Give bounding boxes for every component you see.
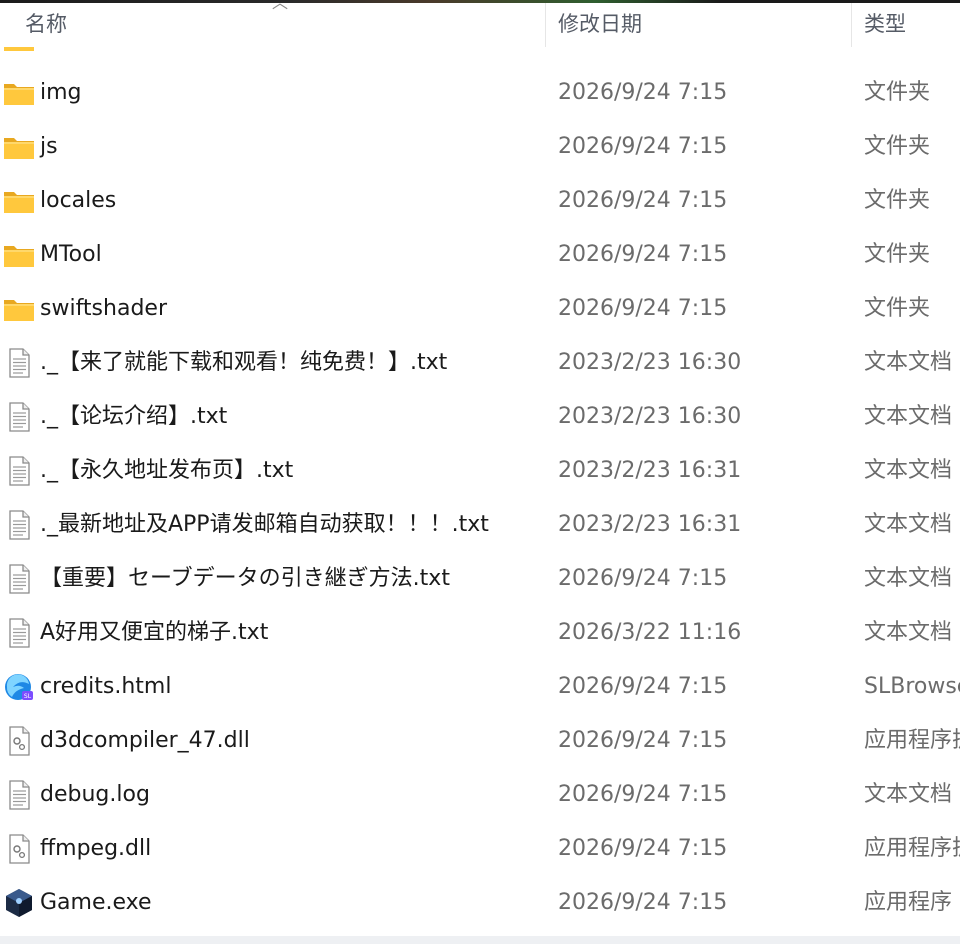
dll-file-icon [3, 834, 35, 864]
file-type: 文本文档 [864, 566, 953, 591]
file-modified-date: 2026/9/24 7:15 [558, 782, 728, 807]
file-modified-date: 2023/2/23 16:30 [558, 404, 742, 429]
file-name[interactable]: A好用又便宜的梯子.txt [40, 606, 268, 660]
column-divider[interactable] [851, 3, 852, 47]
file-type: 文本文档 [864, 782, 953, 807]
game-exe-icon [3, 888, 35, 918]
file-modified-date: 2026/9/24 7:15 [558, 188, 728, 213]
horizontal-scrollbar[interactable] [0, 936, 960, 944]
column-header-date[interactable]: 修改日期 [558, 3, 642, 47]
file-row[interactable]: js 2026/9/24 7:15 文件夹 [0, 120, 960, 174]
file-type: 应用程序扩 [864, 836, 960, 861]
file-row[interactable]: locales 2026/9/24 7:15 文件夹 [0, 174, 960, 228]
column-header-name[interactable]: 名称 [25, 3, 67, 47]
file-name[interactable]: ._【来了就能下载和观看！纯免费！】.txt [40, 336, 447, 390]
file-modified-date: 2026/9/24 7:15 [558, 836, 728, 861]
file-row[interactable]: img 2026/9/24 7:15 文件夹 [0, 66, 960, 120]
file-type: 文件夹 [864, 242, 931, 267]
file-type: 文本文档 [864, 458, 953, 483]
file-name[interactable]: 【重要】セーブデータの引き継ぎ方法.txt [40, 552, 450, 606]
file-row[interactable]: ffmpeg.dll 2026/9/24 7:15 应用程序扩 [0, 822, 960, 876]
file-row[interactable]: d3dcompiler_47.dll 2026/9/24 7:15 应用程序扩 [0, 714, 960, 768]
text-file-icon [3, 402, 35, 432]
file-name[interactable]: Game.exe [40, 876, 152, 930]
column-divider[interactable] [545, 3, 546, 47]
file-modified-date: 2023/2/23 16:31 [558, 458, 742, 483]
file-name[interactable]: d3dcompiler_47.dll [40, 714, 250, 768]
file-explorer-list: ︿ 名称 修改日期 类型 icon2026/9/24 7:15文件夹img202… [0, 0, 960, 944]
browser-html-icon: SL [3, 672, 35, 702]
file-type: 应用程序扩 [864, 728, 960, 753]
file-modified-date: 2026/9/24 7:15 [558, 242, 728, 267]
file-list: icon2026/9/24 7:15文件夹img2026/9/24 7:15文件… [0, 18, 960, 936]
file-type: 文本文档 [864, 350, 953, 375]
text-file-icon [3, 618, 35, 648]
folder-icon [3, 78, 35, 108]
folder-icon [3, 294, 35, 324]
window-top-strip [0, 0, 960, 3]
file-name[interactable]: ._最新地址及APP请发邮箱自动获取！！！.txt [40, 498, 489, 552]
file-row[interactable]: Game.exe 2026/9/24 7:15 应用程序 [0, 876, 960, 930]
file-modified-date: 2026/3/22 11:16 [558, 620, 742, 645]
file-type: 文件夹 [864, 296, 931, 321]
text-file-icon [3, 456, 35, 486]
file-modified-date: 2026/9/24 7:15 [558, 296, 728, 321]
file-name[interactable]: debug.log [40, 768, 150, 822]
svg-text:SL: SL [24, 693, 32, 700]
folder-icon [3, 240, 35, 270]
file-row[interactable]: ._【永久地址发布页】.txt 2023/2/23 16:31 文本文档 [0, 444, 960, 498]
column-header-type[interactable]: 类型 [864, 3, 906, 47]
file-type: SLBrowser [864, 674, 960, 699]
file-modified-date: 2026/9/24 7:15 [558, 134, 728, 159]
file-name[interactable]: ffmpeg.dll [40, 822, 151, 876]
file-modified-date: 2023/2/23 16:31 [558, 512, 742, 537]
dll-file-icon [3, 726, 35, 756]
text-file-icon [3, 348, 35, 378]
file-row[interactable]: MTool 2026/9/24 7:15 文件夹 [0, 228, 960, 282]
folder-icon [3, 132, 35, 162]
file-type: 文本文档 [864, 512, 953, 537]
file-name[interactable]: credits.html [40, 660, 171, 714]
file-row[interactable]: ._【论坛介绍】.txt 2023/2/23 16:30 文本文档 [0, 390, 960, 444]
file-row[interactable]: 【重要】セーブデータの引き継ぎ方法.txt 2026/9/24 7:15 文本文档 [0, 552, 960, 606]
column-header-bar: ︿ 名称 修改日期 类型 [0, 0, 960, 47]
file-name[interactable]: swiftshader [40, 282, 167, 336]
file-name[interactable]: MTool [40, 228, 102, 282]
file-type: 文本文档 [864, 620, 953, 645]
file-type: 文件夹 [864, 80, 931, 105]
file-type: 文件夹 [864, 188, 931, 213]
file-modified-date: 2026/9/24 7:15 [558, 674, 728, 699]
file-name[interactable]: locales [40, 174, 116, 228]
folder-icon [3, 186, 35, 216]
file-row[interactable]: debug.log 2026/9/24 7:15 文本文档 [0, 768, 960, 822]
file-type: 文本文档 [864, 404, 953, 429]
file-row[interactable]: ._【来了就能下载和观看！纯免费！】.txt 2023/2/23 16:30 文本文… [0, 336, 960, 390]
file-modified-date: 2023/2/23 16:30 [558, 350, 742, 375]
file-type: 文件夹 [864, 134, 931, 159]
file-modified-date: 2026/9/24 7:15 [558, 566, 728, 591]
file-row[interactable]: SL credits.html 2026/9/24 7:15 SLBrowser [0, 660, 960, 714]
file-row[interactable]: swiftshader 2026/9/24 7:15 文件夹 [0, 282, 960, 336]
text-file-icon [3, 564, 35, 594]
file-row[interactable]: ._最新地址及APP请发邮箱自动获取！！！.txt 2023/2/23 16:31… [0, 498, 960, 552]
text-file-icon [3, 780, 35, 810]
file-modified-date: 2026/9/24 7:15 [558, 80, 728, 105]
file-modified-date: 2026/9/24 7:15 [558, 890, 728, 915]
file-name[interactable]: ._【论坛介绍】.txt [40, 390, 227, 444]
text-file-icon [3, 510, 35, 540]
file-row[interactable]: A好用又便宜的梯子.txt 2026/3/22 11:16 文本文档 [0, 606, 960, 660]
file-modified-date: 2026/9/24 7:15 [558, 728, 728, 753]
file-name[interactable]: js [40, 120, 58, 174]
file-type: 应用程序 [864, 890, 953, 915]
file-name[interactable]: ._【永久地址发布页】.txt [40, 444, 293, 498]
file-name[interactable]: img [40, 66, 82, 120]
